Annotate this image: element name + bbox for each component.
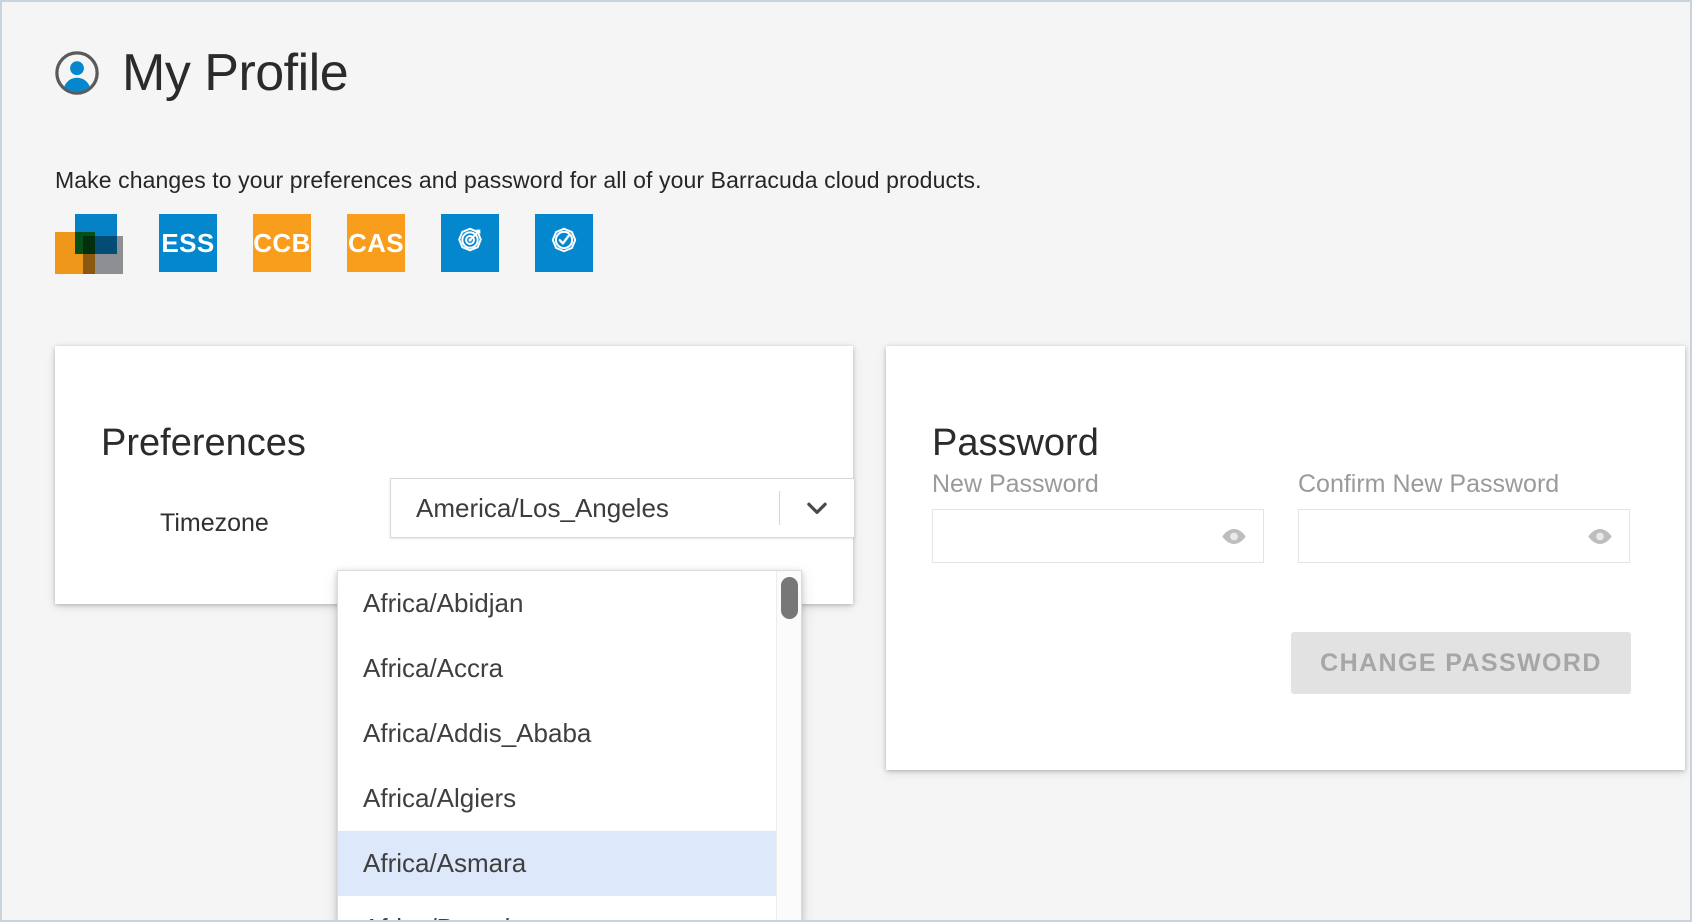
ccb-product-icon[interactable]: CCB	[253, 214, 311, 272]
preferences-card: Preferences Timezone America/Los_Angeles	[55, 346, 855, 604]
preferences-title: Preferences	[101, 421, 306, 464]
confirm-password-label: Confirm New Password	[1298, 470, 1560, 498]
user-profile-icon	[54, 50, 100, 96]
confirm-password-reveal-eye-icon[interactable]	[1579, 519, 1621, 553]
page-title: My Profile	[122, 43, 349, 102]
intro-text: Make changes to your preferences and pas…	[55, 167, 982, 193]
timezone-dropdown[interactable]: Africa/Abidjan Africa/Accra Africa/Addis…	[337, 570, 802, 920]
shield-check-icon	[546, 222, 582, 265]
timezone-option[interactable]: Africa/Abidjan	[338, 571, 777, 636]
page-header: My Profile	[54, 12, 349, 134]
ess-product-label: ESS	[159, 214, 217, 272]
timezone-option[interactable]: Africa/Bamako	[338, 896, 777, 920]
password-card: Password New Password Confirm New Passwo…	[886, 346, 1685, 770]
confirm-password-field-group: Confirm New Password	[1298, 472, 1630, 563]
timezone-selected-value: America/Los_Angeles	[416, 492, 669, 523]
timezone-option[interactable]: Africa/Addis_Ababa	[338, 701, 777, 766]
password-fields: New Password Confirm New Password	[932, 472, 1630, 563]
cas-product-label: CAS	[347, 214, 405, 272]
new-password-label: New Password	[932, 470, 1099, 498]
confirm-password-input-wrap[interactable]	[1298, 509, 1630, 563]
change-password-button[interactable]: CHANGE PASSWORD	[1291, 632, 1631, 694]
timezone-option-selected[interactable]: Africa/Asmara	[338, 831, 777, 896]
timezone-label: Timezone	[160, 509, 269, 537]
radar-product-icon[interactable]	[441, 214, 499, 272]
timezone-select[interactable]: America/Los_Angeles	[390, 478, 855, 538]
product-icons-row: ESS CCB CAS	[55, 214, 593, 274]
my-profile-page: My Profile Make changes to your preferen…	[0, 0, 1692, 922]
shield-check-product-icon[interactable]	[535, 214, 593, 272]
new-password-reveal-eye-icon[interactable]	[1213, 519, 1255, 553]
chevron-down-icon[interactable]	[780, 493, 854, 523]
ess-product-icon[interactable]: ESS	[159, 214, 217, 272]
dropdown-scrollbar[interactable]	[776, 571, 801, 920]
cas-product-icon[interactable]: CAS	[347, 214, 405, 272]
dropdown-scrollbar-thumb[interactable]	[781, 577, 798, 619]
ccb-product-label: CCB	[253, 214, 311, 272]
new-password-field-group: New Password	[932, 472, 1264, 563]
timezone-option[interactable]: Africa/Algiers	[338, 766, 777, 831]
timezone-option[interactable]: Africa/Accra	[338, 636, 777, 701]
new-password-input-wrap[interactable]	[932, 509, 1264, 563]
timezone-option-list[interactable]: Africa/Abidjan Africa/Accra Africa/Addis…	[338, 571, 777, 920]
password-title: Password	[932, 421, 1099, 464]
barracuda-logo	[55, 214, 123, 274]
radar-target-icon	[452, 222, 488, 265]
